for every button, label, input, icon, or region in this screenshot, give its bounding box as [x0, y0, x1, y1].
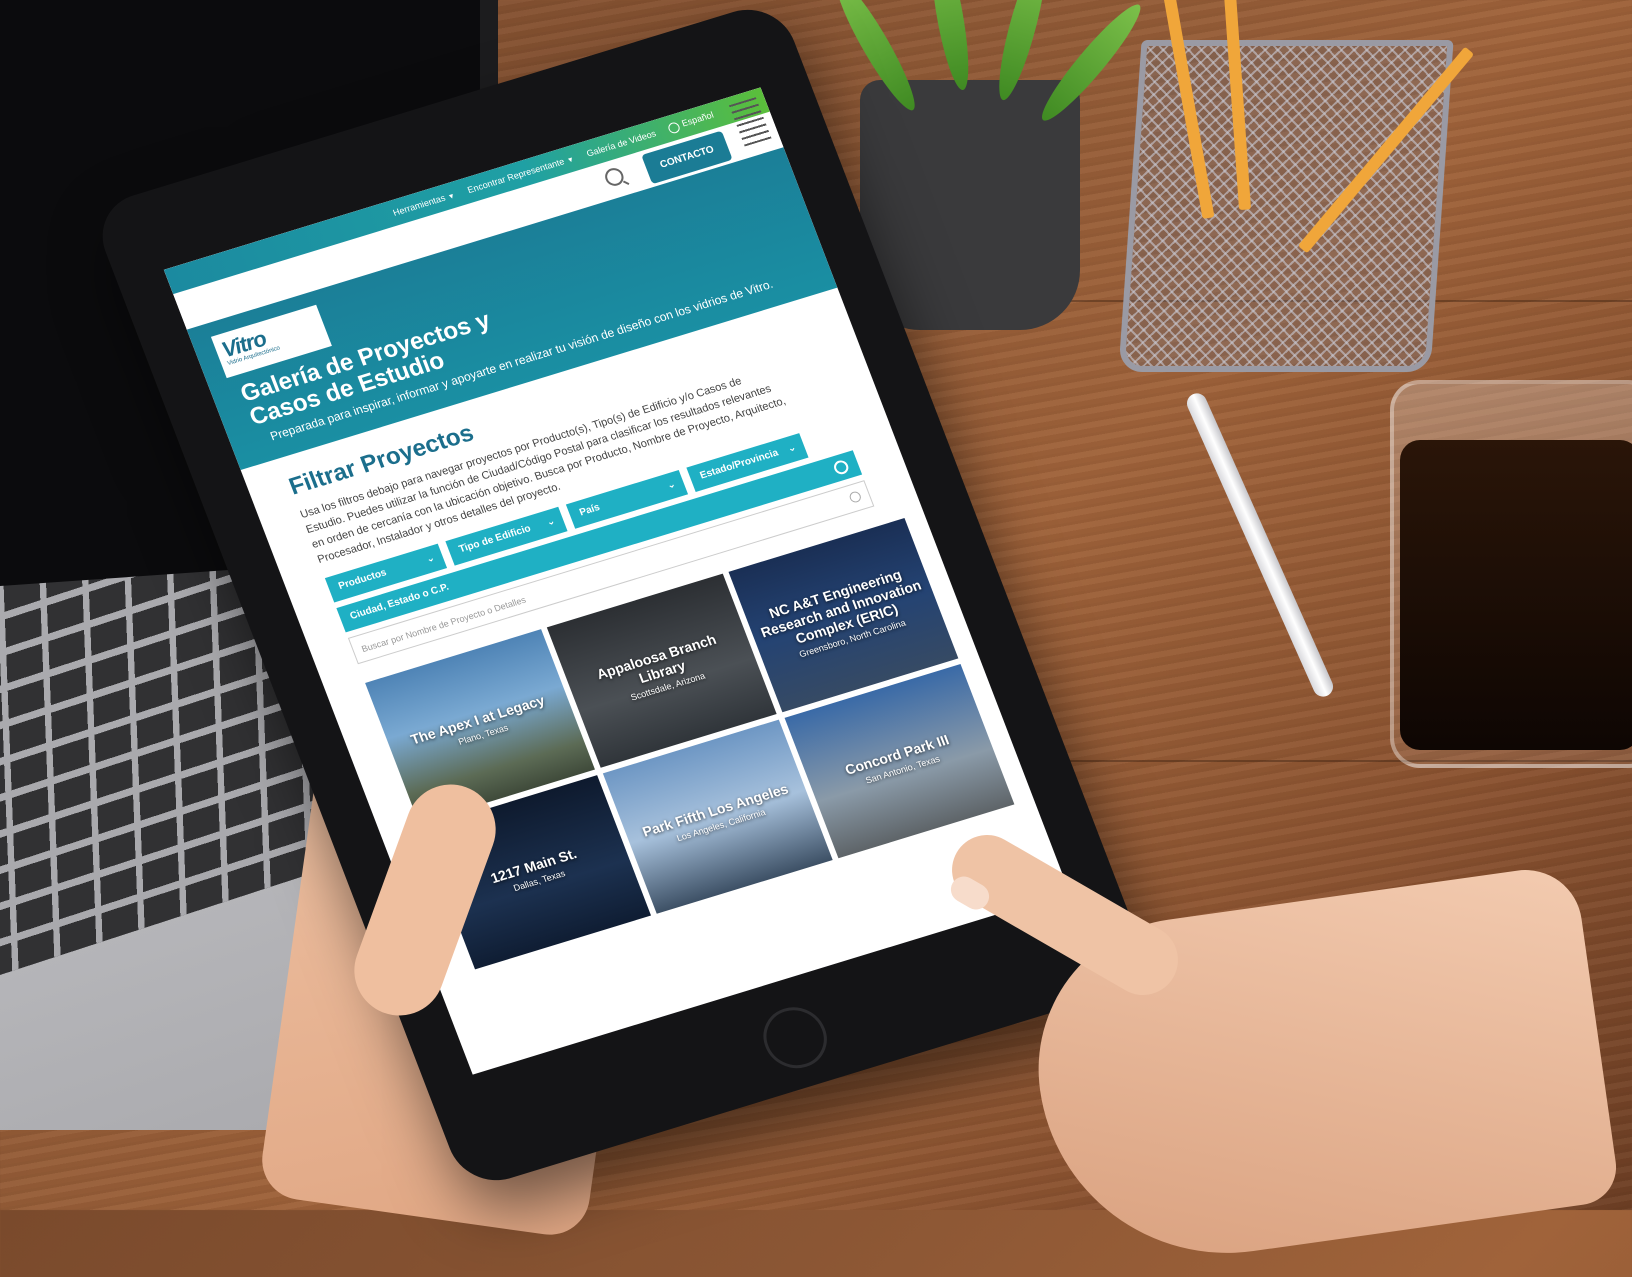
nav-encontrar-representante[interactable]: Encontrar Representante▼ [466, 153, 575, 195]
project-name: Park Fifth Los Angeles [640, 780, 791, 840]
pencil-cup [1118, 40, 1454, 372]
nav-herramientas[interactable]: Herramientas▼ [391, 190, 456, 218]
chevron-down-icon: ⌄ [544, 515, 557, 529]
chevron-down-icon: ⌄ [424, 552, 437, 566]
globe-icon [667, 120, 682, 135]
dropdown-label: Productos [336, 567, 389, 592]
search-icon[interactable] [847, 490, 863, 504]
chevron-down-icon: ⌄ [665, 478, 678, 492]
nav-language[interactable]: Español [667, 110, 716, 135]
nav-label: Herramientas [391, 192, 447, 218]
nav-label: Encontrar Representante [466, 156, 566, 196]
home-button[interactable] [754, 999, 836, 1076]
search-icon[interactable] [831, 458, 851, 476]
dropdown-label: País [577, 501, 602, 519]
chevron-down-icon: ▼ [566, 156, 576, 165]
coffee [1400, 440, 1632, 750]
chevron-down-icon: ▼ [447, 192, 457, 202]
nav-label: Español [680, 110, 716, 129]
chevron-down-icon: ⌄ [785, 441, 798, 455]
search-icon[interactable] [602, 165, 627, 189]
